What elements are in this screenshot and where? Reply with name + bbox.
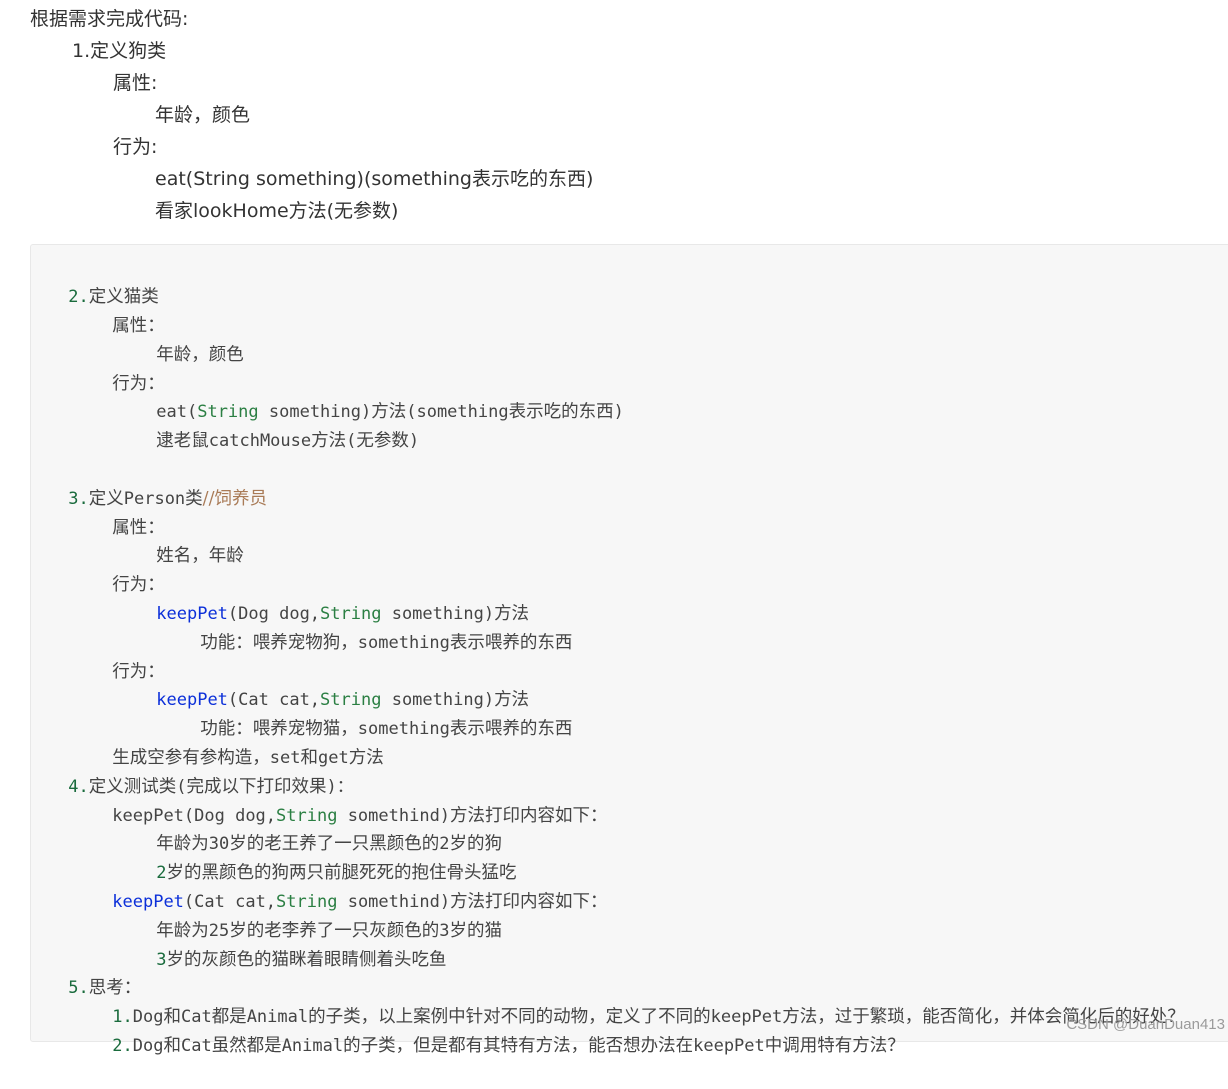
code-text: 岁的灰颜色的猫眯着眼睛侧着头吃鱼 bbox=[166, 949, 447, 970]
list-number: 4. bbox=[68, 776, 89, 797]
code-text: 年龄，颜色 bbox=[156, 344, 244, 365]
code-token: keepPet bbox=[693, 1035, 765, 1056]
intro-eat-method: eat(String something)(something表示吃的东西) bbox=[155, 168, 594, 190]
code-line: 2.Dog和Cat虽然都是Animal的子类，但是都有其特有方法，能否想办法在k… bbox=[90, 1003, 905, 1089]
code-text: 中调用特有方法？ bbox=[764, 1035, 905, 1056]
code-text: 功能：喂养宠物狗， bbox=[200, 632, 358, 653]
code-token: catchMouse bbox=[208, 430, 312, 451]
list-number: 3. bbox=[68, 488, 89, 509]
code-token: Cat bbox=[180, 1035, 212, 1056]
list-number: 2. bbox=[112, 1035, 133, 1056]
code-token: (something bbox=[406, 401, 509, 422]
code-text: 虽然都是 bbox=[211, 1035, 282, 1056]
intro-behavior-label: 行为: bbox=[113, 136, 158, 158]
code-token: something bbox=[357, 632, 450, 653]
code-text: 岁的猫 bbox=[449, 920, 503, 941]
code-text: 无参数 bbox=[356, 430, 409, 451]
code-token: ( bbox=[346, 430, 357, 451]
intro-heading: 根据需求完成代码: bbox=[30, 8, 189, 30]
code-text: 表示喂养的东西 bbox=[449, 718, 573, 739]
code-text: 逮老鼠 bbox=[156, 430, 209, 451]
code-token: Animal bbox=[281, 1035, 344, 1056]
code-text: 类 bbox=[185, 488, 203, 509]
intro-attributes-value: 年龄，颜色 bbox=[155, 104, 251, 126]
number-token: 3 bbox=[156, 949, 167, 970]
code-token: Dog bbox=[132, 1035, 164, 1056]
code-token: ) bbox=[613, 401, 624, 422]
comment-token: //饲养员 bbox=[202, 488, 267, 509]
list-number: 5. bbox=[68, 977, 89, 998]
code-block: 2.定义猫类 属性： 年龄，颜色 行为： eat(String somethin… bbox=[30, 244, 1228, 1056]
code-text: 的子类，但是都有其特有方法，能否想办法在 bbox=[343, 1035, 694, 1056]
code-text: 表示吃的东西 bbox=[508, 401, 614, 422]
intro-item-dog-class: 1.定义狗类 bbox=[72, 40, 167, 62]
intro-lookhome-method: 看家lookHome方法(无参数) bbox=[155, 200, 399, 222]
code-text: 表示喂养的东西 bbox=[449, 632, 573, 653]
code-text: 和 bbox=[163, 1035, 181, 1056]
code-token: ) bbox=[408, 430, 420, 451]
code-text: 方法 bbox=[348, 747, 384, 768]
list-number: 2. bbox=[68, 286, 89, 307]
intro-attributes-label: 属性: bbox=[113, 72, 158, 94]
csdn-watermark: CSDN @DuanDuan413 bbox=[1066, 1016, 1225, 1033]
code-text: 方法 bbox=[311, 430, 347, 451]
code-text: 姓名，年龄 bbox=[156, 545, 244, 566]
